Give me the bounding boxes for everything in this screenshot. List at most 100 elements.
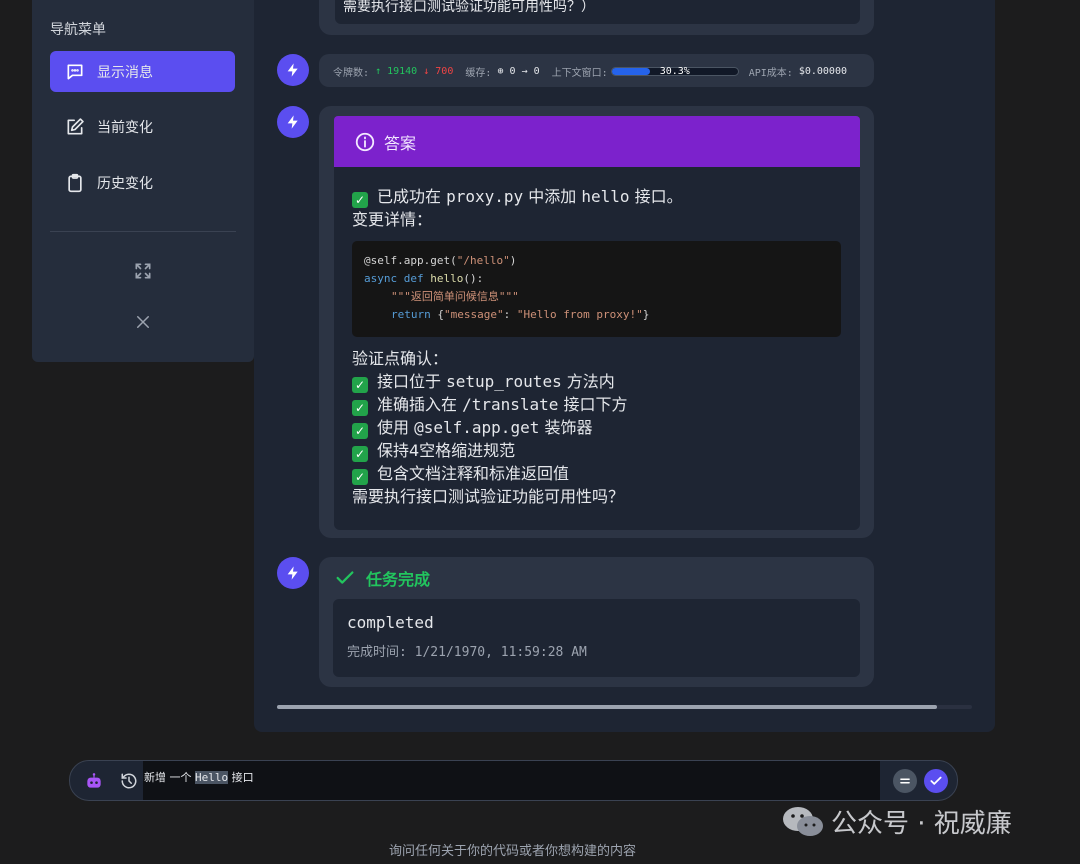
sidebar-item-label: 当前变化	[97, 119, 153, 136]
text: 接口位于	[377, 372, 442, 391]
check-item: ✓ 接口位于 setup_routes 方法内	[352, 370, 842, 393]
text: 装饰器	[544, 418, 593, 437]
text: 中添加	[528, 187, 577, 206]
answer-header: 答案	[334, 116, 860, 167]
answer-header-label: 答案	[384, 133, 417, 153]
close-icon[interactable]	[132, 311, 154, 333]
token-stats-card: 令牌数: ↑ 19140 ↓ 700 缓存: ⊕ 0 → 0 上下文窗口: 30…	[319, 54, 874, 87]
check-icon: ✓	[352, 423, 368, 439]
submit-check-icon[interactable]	[924, 769, 948, 793]
check-icon: ✓	[352, 469, 368, 485]
context-label: 上下文窗口:	[551, 68, 608, 79]
input-text: 接口	[231, 771, 254, 784]
sidebar-item-label: 历史变化	[97, 175, 153, 192]
bolt-icon	[277, 106, 309, 138]
check-icon: ✓	[352, 446, 368, 462]
sidebar-item-history-changes[interactable]: 历史变化	[50, 162, 235, 203]
edit-icon	[65, 117, 85, 137]
text: 准确插入在	[377, 395, 458, 414]
context-percent: 30.3%	[659, 66, 690, 77]
clipboard-icon	[65, 173, 85, 193]
text: 保持4空格缩进规范	[377, 441, 516, 460]
check-icon: ✓	[352, 400, 368, 416]
sidebar: 导航菜单 显示消息 当前变化 历史变化	[32, 0, 254, 362]
code-token: )	[509, 254, 517, 267]
check-item: ✓ 准确插入在 /translate 接口下方	[352, 393, 842, 416]
token-stats: 令牌数: ↑ 19140 ↓ 700 缓存: ⊕ 0 → 0 上下文窗口: 30…	[333, 64, 847, 79]
input-hint: 询问任何关于你的代码或者你想构建的内容	[388, 844, 636, 859]
tokens-up: ↑ 19140	[375, 66, 418, 77]
check-item: ✓ 使用 @self.app.get 装饰器	[352, 416, 842, 439]
text: 已成功在	[377, 187, 442, 206]
horizontal-scrollbar[interactable]	[277, 705, 972, 709]
task-complete-label: 任务完成	[366, 570, 431, 589]
code-token: async	[364, 272, 398, 285]
context-progress-fill	[611, 68, 650, 75]
inline-code: proxy.py	[446, 187, 524, 206]
code-token: hello	[430, 272, 464, 285]
code-token: {	[437, 308, 444, 321]
verify-label: 验证点确认：	[352, 349, 449, 368]
sidebar-item-label: 显示消息	[97, 64, 153, 81]
check-icon: ✓	[352, 192, 368, 208]
scrollbar-thumb[interactable]	[277, 705, 937, 709]
code-line: @self.app.get("/hello")	[364, 252, 829, 270]
code-token: @self.app.get(	[364, 254, 457, 267]
robot-icon[interactable]	[82, 769, 106, 793]
sidebar-item-messages[interactable]: 显示消息	[50, 51, 235, 92]
message-card-previous: 需要执行接口测试验证功能可用性吗？）	[319, 0, 874, 35]
text: 接口下方	[563, 395, 628, 414]
text: 接口。	[634, 187, 683, 206]
history-icon[interactable]	[117, 769, 141, 793]
check-item: ✓ 保持4空格缩进规范	[352, 439, 842, 462]
sidebar-divider	[50, 231, 236, 232]
sidebar-item-current-changes[interactable]: 当前变化	[50, 106, 235, 147]
inline-code: @self.app.get	[414, 418, 540, 437]
input-text-highlight: Hello	[195, 771, 229, 784]
tokens-down: ↓ 700	[423, 66, 454, 77]
code-token: "/hello"	[456, 254, 510, 267]
code-line: return {"message": "Hello from proxy!"}	[364, 306, 829, 324]
cost-label: API成本:	[748, 68, 793, 79]
answer-summary-line: ✓ 已成功在 proxy.py 中添加 hello 接口。	[352, 185, 842, 208]
cache-value: ⊕ 0 → 0	[497, 66, 540, 77]
previous-message-text: 需要执行接口测试验证功能可用性吗？）	[335, 0, 860, 24]
sidebar-title: 导航菜单	[50, 22, 106, 38]
cost-value: $0.00000	[798, 66, 847, 77]
code-token: def	[403, 272, 424, 285]
task-status: completed	[347, 613, 434, 632]
chat-input-bar: 新增 一个 Hello 接口	[69, 760, 958, 801]
details-label: 变更详情：	[352, 210, 433, 229]
answer-question: 需要执行接口测试验证功能可用性吗？	[352, 487, 625, 506]
wechat-icon	[781, 804, 825, 840]
code-token: }	[642, 308, 650, 321]
bolt-icon	[277, 54, 309, 86]
input-text: 新增 一个	[144, 771, 192, 784]
chat-input[interactable]: 新增 一个 Hello 接口	[143, 761, 880, 800]
check-icon: ✓	[352, 377, 368, 393]
bolt-icon	[277, 557, 309, 589]
menu-icon[interactable]	[893, 769, 917, 793]
expand-icon[interactable]	[132, 260, 154, 282]
text: 使用	[377, 418, 410, 437]
completion-time: 完成时间: 1/21/1970, 11:59:28 AM	[347, 641, 846, 660]
context-progress-bar: 30.3%	[610, 66, 739, 77]
info-icon	[354, 131, 376, 153]
code-token: """返回简单问候信息"""	[391, 290, 519, 303]
code-block: @self.app.get("/hello") async def hello(…	[352, 241, 841, 337]
message-icon	[65, 62, 85, 82]
watermark-text: 公众号 · 祝威廉	[831, 809, 1012, 839]
checkmark-icon	[334, 567, 356, 589]
tokens-label: 令牌数:	[333, 68, 370, 79]
code-token: ():	[463, 272, 484, 285]
answer-card: 答案 ✓ 已成功在 proxy.py 中添加 hello 接口。 变更详情： @s…	[319, 106, 874, 538]
code-line: async def hello():	[364, 270, 829, 288]
code-token: return	[391, 308, 431, 321]
code-line: """返回简单问候信息"""	[364, 288, 829, 306]
text: 包含文档注释和标准返回值	[377, 464, 570, 483]
time-value: 1/21/1970, 11:59:28 AM	[414, 645, 587, 660]
check-item: ✓ 包含文档注释和标准返回值	[352, 462, 842, 485]
task-complete-body: completed 完成时间: 1/21/1970, 11:59:28 AM	[333, 599, 860, 677]
inline-code: setup_routes	[446, 372, 562, 391]
cache-label: 缓存:	[465, 68, 492, 79]
